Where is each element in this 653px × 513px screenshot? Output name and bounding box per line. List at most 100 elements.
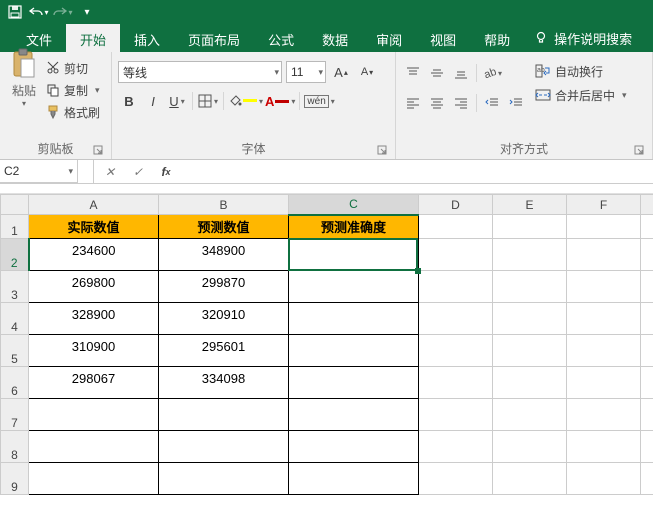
cell-C4[interactable] (289, 303, 419, 335)
row-header-2[interactable]: 2 (1, 239, 29, 271)
col-header-A[interactable]: A (29, 195, 159, 215)
align-middle-button[interactable] (426, 62, 448, 84)
increase-indent-button[interactable] (505, 92, 527, 114)
col-header-G[interactable] (641, 195, 653, 215)
select-all-corner[interactable] (1, 195, 29, 215)
decrease-font-button[interactable]: A▾ (356, 61, 378, 83)
paste-button[interactable]: 粘贴 ▾ (6, 58, 42, 108)
cell-D1[interactable] (419, 215, 493, 239)
align-top-button[interactable] (402, 62, 424, 84)
cell-C3[interactable] (289, 271, 419, 303)
cell-E2[interactable] (493, 239, 567, 271)
row-header-9[interactable]: 9 (1, 463, 29, 495)
col-header-F[interactable]: F (567, 195, 641, 215)
clipboard-launcher-icon[interactable] (91, 143, 105, 157)
cell-F2[interactable] (567, 239, 641, 271)
decrease-indent-button[interactable] (481, 92, 503, 114)
cell-E1[interactable] (493, 215, 567, 239)
cell-C1[interactable]: 预测准确度 (289, 215, 419, 239)
row-header-1[interactable]: 1 (1, 215, 29, 239)
tab-home[interactable]: 开始 (66, 24, 120, 52)
cell-B7[interactable] (159, 399, 289, 431)
redo-icon: ▾ (52, 2, 74, 22)
ribbon-tabs: 文件 开始 插入 页面布局 公式 数据 审阅 视图 帮助 操作说明搜索 (0, 24, 653, 52)
bold-button[interactable]: B (118, 90, 140, 112)
tab-review[interactable]: 审阅 (362, 24, 416, 52)
cell-A6[interactable]: 298067 (29, 367, 159, 399)
cell-A2[interactable]: 234600 (29, 239, 159, 271)
col-header-C[interactable]: C (289, 195, 419, 215)
format-painter-button[interactable]: 格式刷 (46, 102, 100, 122)
cell-A5[interactable]: 310900 (29, 335, 159, 367)
cell-B6[interactable]: 334098 (159, 367, 289, 399)
tell-me-search[interactable]: 操作说明搜索 (524, 24, 642, 52)
phonetic-button[interactable]: wén▾ (304, 90, 334, 112)
row-header-7[interactable]: 7 (1, 399, 29, 431)
col-header-D[interactable]: D (419, 195, 493, 215)
fill-color-button[interactable]: ▾ (228, 90, 263, 112)
cell-A7[interactable] (29, 399, 159, 431)
cut-button[interactable]: 剪切 (46, 58, 100, 78)
cell-B5[interactable]: 295601 (159, 335, 289, 367)
cell-A4[interactable]: 328900 (29, 303, 159, 335)
align-bottom-button[interactable] (450, 62, 472, 84)
group-font-label: 字体 (241, 142, 265, 156)
cell-B2[interactable]: 348900 (159, 239, 289, 271)
row-header-4[interactable]: 4 (1, 303, 29, 335)
orientation-button[interactable]: ab▾ (481, 62, 503, 84)
qat-customize-icon[interactable]: ▾ (76, 2, 98, 22)
cell-B4[interactable]: 320910 (159, 303, 289, 335)
italic-button[interactable]: I (142, 90, 164, 112)
font-launcher-icon[interactable] (375, 143, 389, 157)
cell-C6[interactable] (289, 367, 419, 399)
scissors-icon (46, 61, 60, 75)
cell-D2[interactable] (419, 239, 493, 271)
font-color-button[interactable]: A▾ (265, 90, 295, 112)
save-icon[interactable] (4, 2, 26, 22)
cell-B3[interactable]: 299870 (159, 271, 289, 303)
cell-B8[interactable] (159, 431, 289, 463)
name-box[interactable]: C2▾ (0, 160, 78, 183)
tab-layout[interactable]: 页面布局 (174, 24, 254, 52)
row-header-3[interactable]: 3 (1, 271, 29, 303)
row-header-5[interactable]: 5 (1, 335, 29, 367)
cell-B1[interactable]: 预测数值 (159, 215, 289, 239)
copy-button[interactable]: 复制▾ (46, 80, 100, 100)
worksheet-grid[interactable]: A B C D E F 1 实际数值 预测数值 预测准确度 2 234600 3… (0, 194, 653, 495)
tab-data[interactable]: 数据 (308, 24, 362, 52)
cell-C2[interactable] (289, 239, 419, 271)
tab-view[interactable]: 视图 (416, 24, 470, 52)
group-font: 等线▾ 11▾ A▴ A▾ B I U▾ ▾ ▾ A▾ wén▾ 字体 (112, 52, 396, 159)
group-clipboard-label: 剪贴板 (37, 142, 73, 156)
merge-center-button[interactable]: 合并后居中▾ (535, 84, 627, 106)
fx-icon[interactable]: fx (156, 165, 176, 179)
paste-label: 粘贴 (12, 82, 36, 99)
cell-A1[interactable]: 实际数值 (29, 215, 159, 239)
align-left-button[interactable] (402, 92, 424, 114)
align-launcher-icon[interactable] (632, 143, 646, 157)
row-header-6[interactable]: 6 (1, 367, 29, 399)
undo-icon[interactable]: ▾ (28, 2, 50, 22)
font-name-combo[interactable]: 等线▾ (118, 61, 282, 83)
cell-C5[interactable] (289, 335, 419, 367)
tab-insert[interactable]: 插入 (120, 24, 174, 52)
align-center-button[interactable] (426, 92, 448, 114)
tab-formula[interactable]: 公式 (254, 24, 308, 52)
borders-button[interactable]: ▾ (197, 90, 219, 112)
cell-G1[interactable] (641, 215, 653, 239)
increase-font-button[interactable]: A▴ (330, 61, 352, 83)
cell-A8[interactable] (29, 431, 159, 463)
col-header-E[interactable]: E (493, 195, 567, 215)
wrap-text-button[interactable]: ab 自动换行 (535, 60, 627, 82)
cell-F1[interactable] (567, 215, 641, 239)
font-size-combo[interactable]: 11▾ (286, 61, 326, 83)
col-header-B[interactable]: B (159, 195, 289, 215)
cell-A3[interactable]: 269800 (29, 271, 159, 303)
tab-help[interactable]: 帮助 (470, 24, 524, 52)
row-header-8[interactable]: 8 (1, 431, 29, 463)
cell-C8[interactable] (289, 431, 419, 463)
underline-button[interactable]: U▾ (166, 90, 188, 112)
align-right-button[interactable] (450, 92, 472, 114)
cell-C7[interactable] (289, 399, 419, 431)
border-icon (198, 94, 212, 108)
